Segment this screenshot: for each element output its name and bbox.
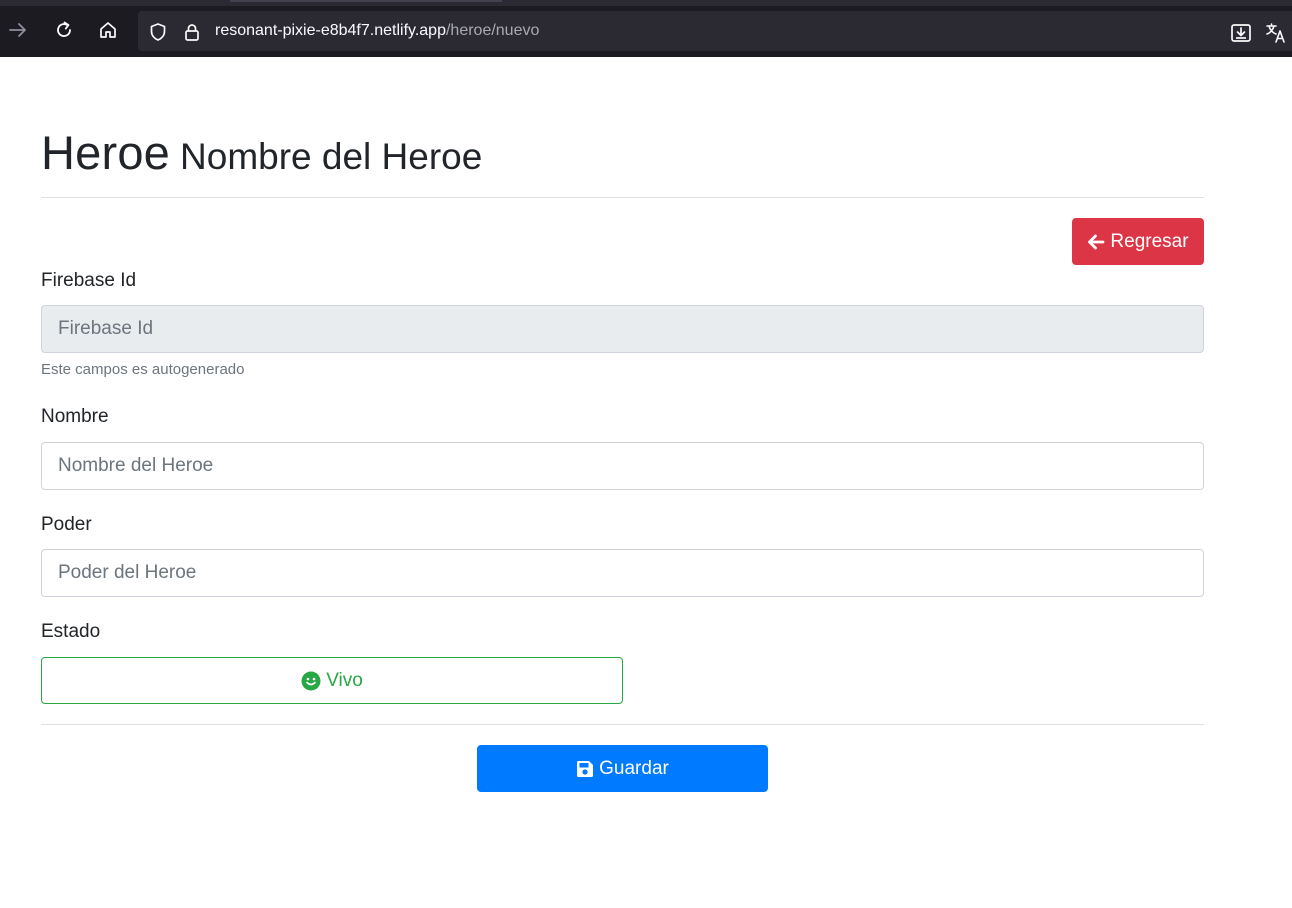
download-icon[interactable] [1229, 21, 1253, 45]
estado-toggle-button[interactable]: Vivo [41, 657, 623, 704]
smile-icon [301, 671, 321, 690]
nombre-label: Nombre [41, 406, 109, 427]
lock-icon[interactable] [181, 21, 203, 43]
poder-label: Poder [41, 514, 92, 535]
shield-icon[interactable] [147, 21, 169, 43]
url-path: /heroe/nuevo [445, 22, 540, 39]
url-text[interactable]: resonant-pixie-e8b4f7.netlify.app/heroe/… [215, 22, 539, 40]
browser-toolbar: resonant-pixie-e8b4f7.netlify.app/heroe/… [0, 0, 1292, 57]
forward-arrow-icon[interactable] [2, 14, 34, 46]
save-button-label: Guardar [599, 757, 669, 779]
address-bar[interactable]: resonant-pixie-e8b4f7.netlify.app/heroe/… [138, 11, 1292, 51]
estado-label: Estado [41, 621, 101, 642]
back-button[interactable]: Regresar [1072, 218, 1204, 265]
firebase-id-label: Firebase Id [41, 270, 137, 291]
reload-icon[interactable] [48, 14, 80, 46]
active-tab-edge [230, 0, 502, 2]
nombre-field[interactable] [41, 442, 1204, 490]
firebase-id-help: Este campos es autogenerado [41, 361, 245, 378]
tab-strip [0, 0, 1292, 6]
poder-field[interactable] [41, 549, 1204, 597]
page-subtitle: Nombre del Heroe [180, 136, 483, 177]
divider [41, 197, 1204, 198]
estado-button-label: Vivo [326, 669, 363, 691]
page-title: Heroe Nombre del Heroe [41, 125, 482, 180]
back-button-label: Regresar [1110, 230, 1189, 252]
url-host: resonant-pixie-e8b4f7.netlify.app [215, 22, 446, 39]
save-button[interactable]: Guardar [477, 745, 768, 792]
divider [41, 724, 1204, 725]
arrow-left-icon [1088, 234, 1105, 249]
floppy-disk-icon [577, 760, 594, 777]
translate-icon[interactable] [1264, 21, 1288, 45]
page-title-main: Heroe [41, 126, 171, 179]
home-icon[interactable] [92, 14, 124, 46]
firebase-id-field[interactable] [41, 305, 1204, 353]
